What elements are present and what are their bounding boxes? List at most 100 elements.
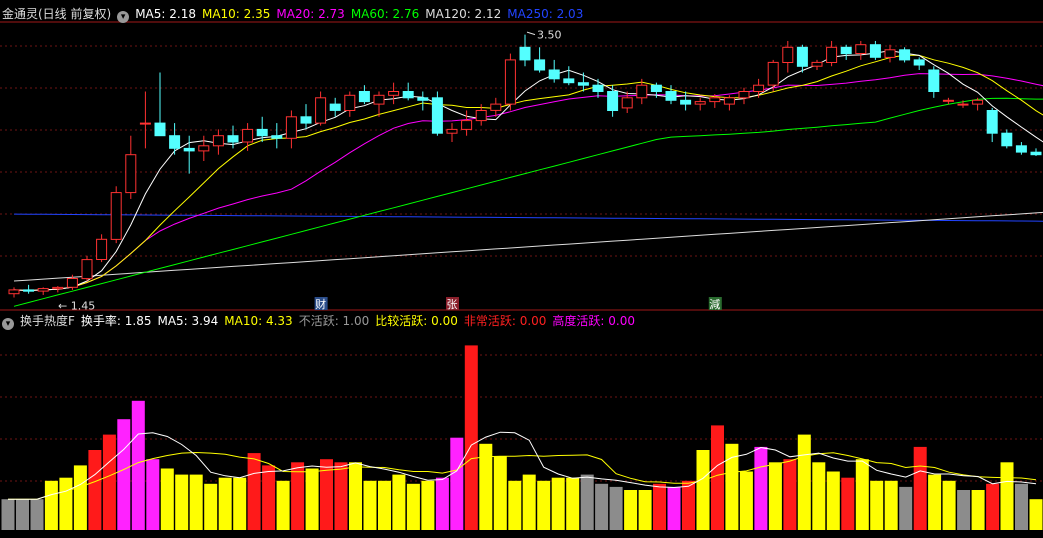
turnover-bar	[1000, 462, 1014, 530]
turnover-bar	[739, 471, 753, 530]
turnover-bar	[971, 490, 985, 530]
candle-body	[52, 286, 64, 290]
turnover-bar	[768, 462, 782, 530]
turnover-bar	[1029, 499, 1043, 530]
ma5-line	[13, 50, 1043, 292]
turnover-bar	[942, 480, 956, 530]
candle-body	[8, 289, 20, 295]
event-marker-label: 张	[447, 298, 458, 311]
ma60-line	[13, 97, 1043, 307]
candle-body	[534, 59, 546, 71]
candle-body	[665, 91, 677, 101]
turnover-bar	[146, 459, 160, 530]
candle-body	[96, 238, 108, 261]
candle-body	[592, 84, 604, 92]
event-marker-label: 減	[709, 297, 720, 311]
indicator-value: MA5: 3.94	[157, 314, 219, 328]
indicator-value: 换手率: 1.85	[80, 314, 152, 328]
candle-body	[169, 135, 181, 149]
turnover-bar	[855, 459, 869, 530]
ma-lines	[13, 50, 1043, 307]
stock-chart[interactable]: 3.50 ← 1.45 财 张 減	[0, 0, 1043, 538]
candlesticks	[8, 34, 1042, 298]
turnover-bar	[204, 483, 218, 530]
ma-label: MA5: 2.18	[135, 7, 196, 21]
turnover-bar	[233, 477, 247, 530]
candle-body	[242, 128, 254, 143]
candle-body	[519, 46, 531, 61]
candle-body	[139, 122, 151, 125]
annotations: 3.50 ← 1.45 财 张 減	[58, 29, 722, 312]
candle-body	[767, 61, 779, 86]
ma-label: MA60: 2.76	[350, 7, 420, 21]
turnover-bar	[175, 474, 189, 530]
candle-body	[461, 120, 473, 130]
candle-body	[811, 61, 823, 67]
turnover-bar	[44, 480, 58, 530]
candle-body	[81, 259, 93, 280]
turnover-bar	[884, 480, 898, 530]
ma-label: MA120: 2.12	[425, 7, 502, 21]
candle-body	[548, 69, 560, 80]
indicator-name: 换手热度F	[20, 314, 75, 328]
turnover-bar	[363, 480, 377, 530]
candle-body	[796, 46, 808, 67]
turnover-bars	[1, 345, 1043, 530]
candle-body	[227, 135, 239, 143]
turnover-bar	[421, 480, 435, 530]
candle-body	[899, 49, 911, 61]
candle-body	[402, 91, 414, 99]
candle-body	[504, 59, 516, 105]
turnover-bar	[291, 462, 305, 530]
collapse-icon[interactable]: ▾	[2, 318, 14, 330]
candle-body	[271, 135, 283, 139]
turnover-bar	[334, 462, 348, 530]
turnover-bar	[595, 483, 609, 530]
sub-header: ▾ 换手热度F 换手率: 1.85 MA5: 3.94 MA10: 4.33 不活跃: 1…	[2, 313, 647, 330]
candle-body	[986, 110, 998, 134]
candle-body	[1001, 132, 1013, 147]
turnover-bar	[522, 474, 536, 530]
stock-title: 金通灵(日线 前复权)	[2, 7, 112, 21]
turnover-bar	[88, 450, 102, 530]
candle-body	[577, 82, 589, 86]
turnover-bar	[928, 474, 942, 530]
turnover-bar	[378, 480, 391, 530]
candle-body	[723, 97, 735, 105]
candle-body	[315, 97, 327, 124]
candle-body	[957, 103, 969, 106]
candle-body	[928, 69, 940, 92]
candle-body	[431, 97, 443, 134]
turnover-bar	[609, 486, 623, 530]
candle-body	[563, 78, 575, 84]
candle-body	[621, 97, 633, 109]
turnover-bar	[870, 480, 884, 530]
turnover-bar	[117, 419, 131, 530]
ma-label: MA20: 2.73	[276, 7, 345, 21]
turnover-bar	[276, 480, 290, 530]
turnover-bar	[913, 446, 927, 530]
collapse-icon[interactable]: ▾	[117, 11, 130, 23]
candle-body	[753, 84, 765, 92]
candle-body	[417, 97, 429, 101]
candle-body	[358, 91, 370, 103]
candle-body	[183, 147, 195, 152]
candle-body	[972, 99, 984, 105]
turnover-bar	[406, 483, 420, 530]
turnover-bar	[450, 437, 464, 530]
turnover-bar	[783, 459, 797, 530]
turnover-bar	[711, 425, 724, 530]
candle-body	[388, 91, 400, 96]
turnover-bar	[624, 490, 638, 530]
turnover-bar	[1015, 483, 1028, 530]
candle-body	[285, 116, 297, 139]
candle-body	[680, 99, 692, 105]
candle-body	[329, 103, 341, 111]
candle-body	[782, 46, 794, 63]
turnover-bar	[653, 483, 666, 530]
turnover-bar	[812, 462, 826, 530]
max-price-label: 3.50	[537, 29, 562, 42]
ma20-line	[13, 73, 1043, 292]
turnover-bar	[797, 434, 811, 530]
candle-body	[855, 44, 867, 55]
